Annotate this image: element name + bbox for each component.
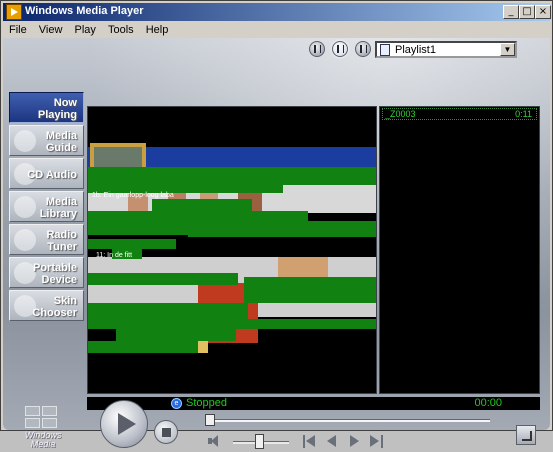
playlist-panel: _Z0003 0:11	[379, 106, 540, 394]
media-info-icon[interactable]	[332, 41, 348, 57]
rewind-button[interactable]	[325, 435, 339, 448]
switch-to-compact-mode-button[interactable]	[516, 425, 536, 445]
playback-time: 00:00	[474, 397, 502, 409]
fast-forward-button[interactable]	[347, 435, 361, 448]
status-bar: e Stopped 00:00	[87, 397, 540, 410]
playlist-dropdown[interactable]: Playlist1 ▼	[375, 41, 517, 58]
logo-text: Windows Media	[24, 430, 62, 449]
menu-view[interactable]: View	[39, 22, 63, 38]
chevron-down-icon[interactable]: ▼	[500, 43, 515, 56]
stop-button[interactable]	[154, 420, 178, 444]
windows-media-logo: Windows Media	[15, 406, 71, 452]
feature-taskbar: Now Playing Media Guide CD Audio Media L…	[9, 92, 84, 324]
seek-bar[interactable]	[208, 419, 490, 422]
previous-track-button[interactable]	[303, 435, 317, 448]
seek-handle[interactable]	[205, 414, 215, 426]
nav-radio-tuner[interactable]: Radio Tuner	[9, 224, 84, 255]
playlist-item-name: _Z0003	[385, 109, 416, 119]
playlist-doc-icon	[380, 44, 390, 56]
menu-file[interactable]: File	[9, 22, 27, 38]
playlist-item-duration: 0:11	[515, 109, 532, 119]
video-caption-1: 1b: Ein gaarlopp-loog laba	[92, 192, 174, 199]
video-caption-2: 11: In de fitt	[96, 252, 132, 259]
close-button[interactable]: ×	[535, 5, 551, 19]
minimize-button[interactable]: _	[503, 5, 519, 19]
menu-play[interactable]: Play	[75, 22, 96, 38]
nav-portable-device[interactable]: Portable Device	[9, 257, 84, 288]
title-bar[interactable]: Windows Media Player _ □ ×	[3, 3, 551, 21]
media-player-app-icon[interactable]	[6, 4, 22, 20]
next-track-button[interactable]	[369, 435, 383, 448]
menu-tools[interactable]: Tools	[108, 22, 134, 38]
media-player-window: Windows Media Player _ □ × File View Pla…	[0, 0, 553, 449]
menu-bar: File View Play Tools Help	[3, 22, 550, 38]
playlist-dropdown-value: Playlist1	[395, 44, 436, 56]
playback-status: Stopped	[186, 397, 227, 409]
menu-help[interactable]: Help	[146, 22, 169, 38]
nav-cd-audio[interactable]: CD Audio	[9, 158, 84, 189]
shuffle-icon[interactable]	[355, 41, 371, 57]
media-guide-icon	[14, 130, 36, 152]
equalizer-icon[interactable]	[309, 41, 325, 57]
status-info-icon: e	[171, 398, 182, 409]
nav-now-playing[interactable]: Now Playing	[9, 92, 84, 123]
nav-skin-chooser[interactable]: Skin Chooser	[9, 290, 84, 321]
video-frame-graphic: 1b: Ein gaarlopp-loog laba 11: In de fit…	[88, 107, 376, 393]
media-library-icon	[14, 196, 36, 218]
window-title: Windows Media Player	[25, 5, 144, 17]
maximize-button[interactable]: □	[519, 5, 535, 19]
mute-icon[interactable]	[208, 434, 222, 448]
windows-flag-icon	[25, 406, 59, 430]
radio-tuner-icon	[14, 229, 36, 251]
play-button[interactable]	[100, 400, 148, 448]
nav-media-guide[interactable]: Media Guide	[9, 125, 84, 156]
player-skin: Playlist1 ▼ Now Playing Media Guide CD A…	[3, 38, 550, 449]
volume-handle[interactable]	[255, 434, 264, 449]
video-display[interactable]: 1b: Ein gaarlopp-loog laba 11: In de fit…	[87, 106, 377, 394]
nav-media-library[interactable]: Media Library	[9, 191, 84, 222]
playlist-item[interactable]: _Z0003 0:11	[382, 108, 537, 120]
